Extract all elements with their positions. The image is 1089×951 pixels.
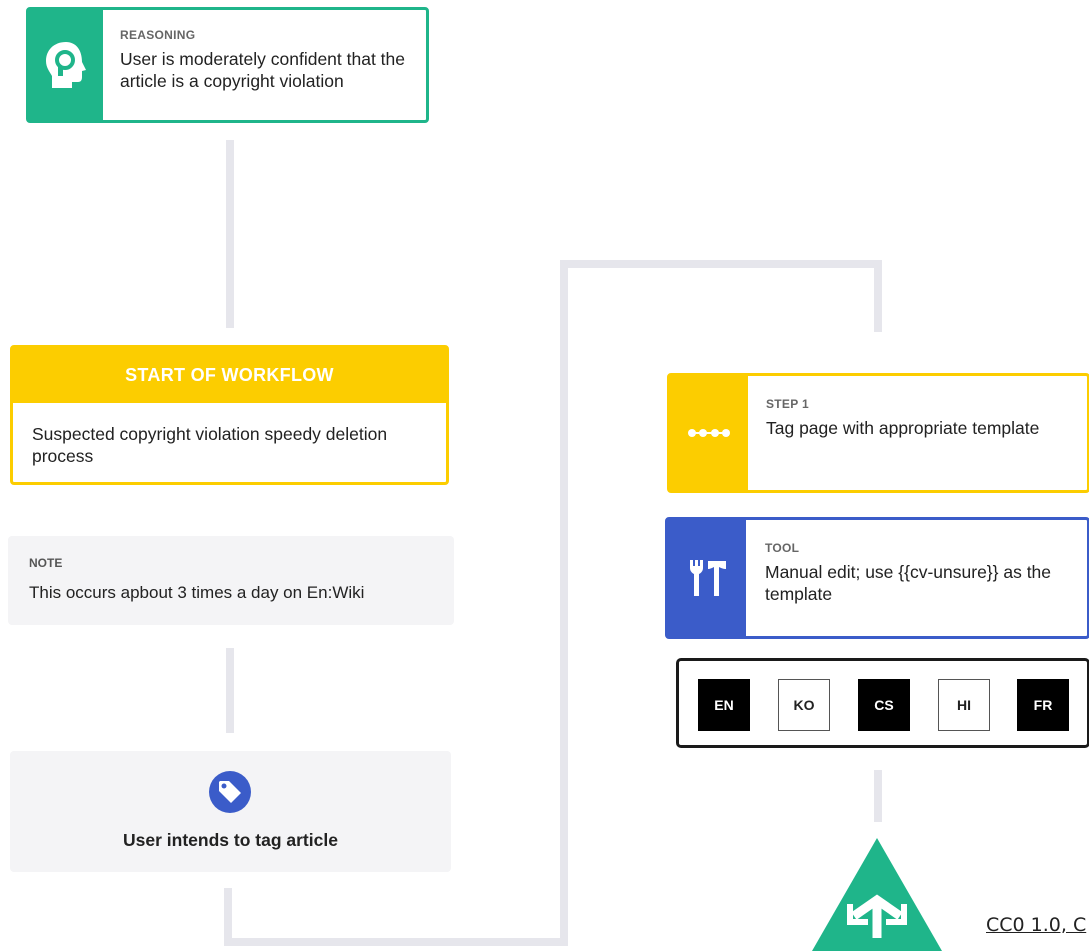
step-text: Tag page with appropriate template	[766, 418, 1040, 438]
note-text: This occurs apbout 3 times a day on En:W…	[29, 583, 365, 602]
merge-icon	[812, 838, 942, 951]
reasoning-label: REASONING	[120, 28, 196, 42]
workflow-dots-icon	[688, 429, 730, 437]
connector-line	[224, 938, 568, 946]
reasoning-text: User is moderately confident that the ar…	[120, 49, 406, 91]
intent-text: User intends to tag article	[123, 830, 338, 850]
start-of-workflow-card: START OF WORKFLOW Suspected copyright vi…	[10, 345, 449, 485]
start-header: START OF WORKFLOW	[13, 348, 446, 403]
language-en[interactable]: EN	[698, 679, 750, 731]
language-fr[interactable]: FR	[1017, 679, 1069, 731]
start-text: Suspected copyright violation speedy del…	[32, 424, 388, 466]
language-hi[interactable]: HI	[938, 679, 990, 731]
license-link[interactable]: CC0 1.0, C	[986, 914, 1086, 936]
language-ko[interactable]: KO	[778, 679, 830, 731]
tools-icon	[690, 560, 726, 596]
connector-line	[560, 260, 882, 268]
head-icon	[46, 42, 86, 88]
connector-line	[226, 648, 234, 733]
connector-line	[560, 260, 568, 946]
step-card: STEP 1 Tag page with appropriate templat…	[667, 373, 1089, 493]
note-label: NOTE	[29, 556, 63, 570]
step-label: STEP 1	[766, 397, 809, 411]
language-cs[interactable]: CS	[858, 679, 910, 731]
step-icon-panel	[670, 376, 748, 490]
connector-line	[874, 260, 882, 332]
language-selector: EN KO CS HI FR	[676, 658, 1089, 748]
note-card: NOTE This occurs apbout 3 times a day on…	[8, 536, 454, 625]
tag-icon	[209, 771, 251, 813]
tool-text: Manual edit; use {{cv-unsure}} as the te…	[765, 562, 1052, 604]
intent-card: User intends to tag article	[10, 751, 451, 872]
connector-line	[226, 140, 234, 328]
tool-card: TOOL Manual edit; use {{cv-unsure}} as t…	[665, 517, 1089, 639]
tool-label: TOOL	[765, 541, 800, 555]
reasoning-icon-panel	[29, 10, 103, 120]
connector-line	[874, 770, 882, 822]
tool-icon-panel	[668, 520, 746, 636]
reasoning-card: REASONING User is moderately confident t…	[26, 7, 429, 123]
